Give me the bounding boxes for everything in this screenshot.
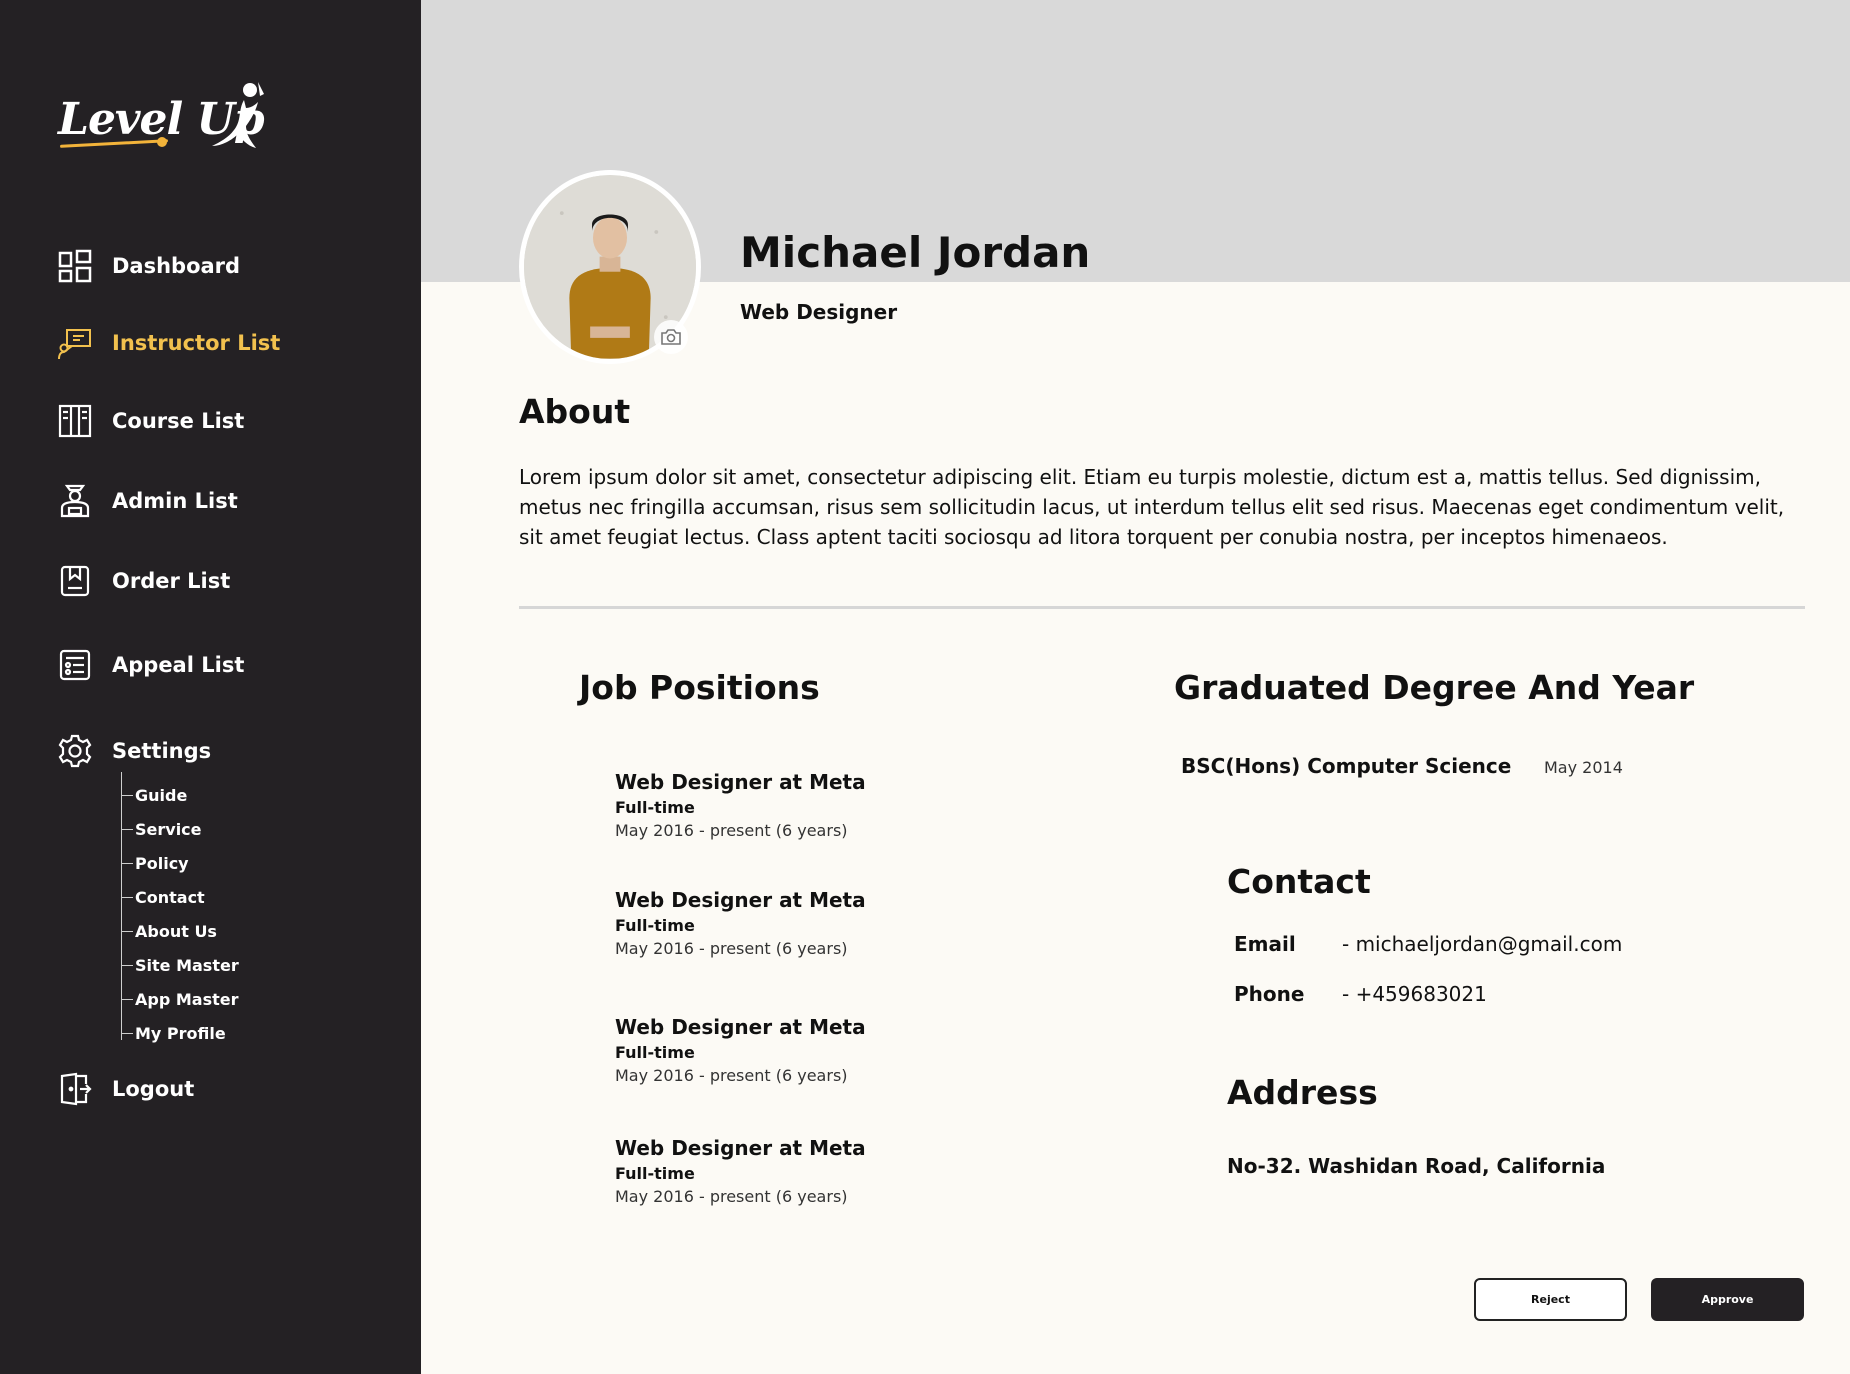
job-item: Web Designer at Meta Full-time May 2016 … xyxy=(615,1015,955,1085)
sidebar: Level Up Dashboard Instructor List Cours… xyxy=(0,0,421,1374)
email-label: Email xyxy=(1234,932,1296,956)
sidebar-item-label: Appeal List xyxy=(112,653,245,677)
degree-year: May 2014 xyxy=(1544,758,1623,777)
sidebar-item-course-list[interactable]: Course List xyxy=(58,404,244,438)
job-type: Full-time xyxy=(615,798,695,817)
phone-label: Phone xyxy=(1234,982,1305,1006)
job-date: May 2016 - present (6 years) xyxy=(615,1066,848,1085)
sidebar-item-label: Order List xyxy=(112,569,231,593)
job-item: Web Designer at Meta Full-time May 2016 … xyxy=(615,1136,955,1206)
submenu-label: About Us xyxy=(135,922,217,941)
submenu-item-guide[interactable]: Guide xyxy=(121,786,187,805)
submenu-item-service[interactable]: Service xyxy=(121,820,202,839)
submenu-label: My Profile xyxy=(135,1024,226,1043)
runner-figure-icon xyxy=(212,82,264,148)
appeal-icon xyxy=(59,649,91,681)
change-photo-camera-icon[interactable] xyxy=(654,320,688,354)
submenu-label: Policy xyxy=(135,854,189,873)
degree-name: BSC(Hons) Computer Science xyxy=(1181,754,1512,778)
sidebar-item-label: Admin List xyxy=(112,489,238,513)
job-title: Web Designer at Meta xyxy=(615,888,866,912)
submenu-label: Contact xyxy=(135,888,205,907)
job-type: Full-time xyxy=(615,916,695,935)
sidebar-item-label: Settings xyxy=(112,739,212,763)
submenu-label: App Master xyxy=(135,990,239,1009)
phone-value[interactable]: - +459683021 xyxy=(1342,982,1487,1006)
submenu-label: Guide xyxy=(135,786,188,805)
sidebar-item-admin-list[interactable]: Admin List xyxy=(58,484,238,518)
job-type: Full-time xyxy=(615,1043,695,1062)
instructor-icon xyxy=(58,329,91,360)
submenu-label: Site Master xyxy=(135,956,239,975)
profile-role: Web Designer xyxy=(740,300,898,324)
sidebar-item-label: Course List xyxy=(112,409,245,433)
sidebar-item-settings[interactable]: Settings xyxy=(58,734,211,768)
address-value: No-32. Washidan Road, California xyxy=(1227,1154,1606,1178)
job-date: May 2016 - present (6 years) xyxy=(615,939,848,958)
logout-icon xyxy=(60,1072,92,1106)
dashboard-icon xyxy=(58,249,92,283)
job-title: Web Designer at Meta xyxy=(615,1015,866,1039)
reject-button[interactable]: Reject xyxy=(1474,1278,1627,1321)
job-item: Web Designer at Meta Full-time May 2016 … xyxy=(615,770,955,840)
job-title: Web Designer at Meta xyxy=(615,1136,866,1160)
logout-button[interactable]: Logout xyxy=(58,1072,194,1106)
job-type: Full-time xyxy=(615,1164,695,1183)
course-icon xyxy=(58,404,92,438)
submenu-item-contact[interactable]: Contact xyxy=(121,888,205,907)
sidebar-item-label: Logout xyxy=(112,1077,195,1101)
sidebar-item-instructor-list[interactable]: Instructor List xyxy=(58,326,280,360)
submenu-item-app-master[interactable]: App Master xyxy=(121,990,239,1009)
sidebar-item-appeal-list[interactable]: Appeal List xyxy=(58,648,244,682)
submenu-item-site-master[interactable]: Site Master xyxy=(121,956,239,975)
order-icon xyxy=(60,565,90,597)
section-divider xyxy=(519,606,1805,609)
job-date: May 2016 - present (6 years) xyxy=(615,1187,848,1206)
graduated-degree-heading: Graduated Degree And Year xyxy=(1174,668,1695,707)
sidebar-item-label: Instructor List xyxy=(112,331,281,355)
admin-icon xyxy=(60,484,90,518)
job-positions-heading: Job Positions xyxy=(579,668,820,707)
sidebar-item-label: Dashboard xyxy=(112,254,241,278)
profile-name: Michael Jordan xyxy=(740,228,1091,277)
submenu-label: Service xyxy=(135,820,202,839)
address-heading: Address xyxy=(1227,1073,1378,1112)
job-item: Web Designer at Meta Full-time May 2016 … xyxy=(615,888,955,958)
job-title: Web Designer at Meta xyxy=(615,770,866,794)
sidebar-item-order-list[interactable]: Order List xyxy=(58,564,230,598)
logo-dot xyxy=(157,137,167,147)
submenu-item-my-profile[interactable]: My Profile xyxy=(121,1024,226,1043)
email-value[interactable]: - michaeljordan@gmail.com xyxy=(1342,932,1622,956)
submenu-item-policy[interactable]: Policy xyxy=(121,854,189,873)
about-text: Lorem ipsum dolor sit amet, consectetur … xyxy=(519,465,1785,549)
about-heading: About xyxy=(519,392,631,431)
level-up-logo[interactable]: Level Up xyxy=(58,80,278,160)
gear-icon xyxy=(58,734,92,768)
approve-button[interactable]: Approve xyxy=(1651,1278,1804,1321)
job-date: May 2016 - present (6 years) xyxy=(615,821,848,840)
contact-heading: Contact xyxy=(1227,862,1371,901)
sidebar-item-dashboard[interactable]: Dashboard xyxy=(58,249,240,283)
submenu-item-about-us[interactable]: About Us xyxy=(121,922,217,941)
